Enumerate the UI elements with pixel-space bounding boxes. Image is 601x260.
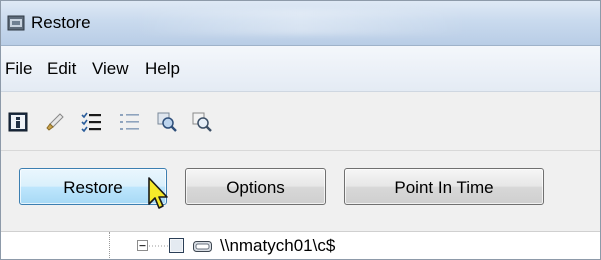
collapse-icon[interactable] <box>137 240 148 251</box>
search-zoom-icon[interactable] <box>156 111 178 133</box>
mouse-cursor-icon <box>148 177 168 209</box>
menu-edit[interactable]: Edit <box>47 59 76 79</box>
checklist-icon[interactable] <box>80 111 102 133</box>
options-button[interactable]: Options <box>185 168 326 205</box>
point-in-time-button[interactable]: Point In Time <box>344 168 544 205</box>
info-icon[interactable] <box>7 111 29 133</box>
window-title: Restore <box>31 13 91 32</box>
list-icon[interactable] <box>118 111 140 133</box>
item-checkbox[interactable] <box>169 238 184 253</box>
title-bar-background <box>131 9 471 35</box>
tree-connector-dots <box>149 245 169 247</box>
restore-window: Restore File Edit View Help Restore Opti… <box>0 0 601 260</box>
action-bar: Restore Options Point In Time <box>1 151 600 231</box>
restore-app-icon <box>7 15 25 31</box>
menu-bar: File Edit View Help <box>1 46 600 92</box>
network-drive-icon <box>193 241 212 252</box>
title-bar: Restore <box>1 1 600 46</box>
tree-view: \\nmatych01\c$ <box>1 231 600 259</box>
clear-brush-icon[interactable] <box>44 111 66 133</box>
find-icon[interactable] <box>191 111 213 133</box>
menu-view[interactable]: View <box>92 59 129 79</box>
tree-item-label: \\nmatych01\c$ <box>220 236 336 255</box>
restore-button[interactable]: Restore <box>19 168 167 205</box>
menu-help[interactable]: Help <box>145 59 180 79</box>
tree-connector-line <box>109 232 110 259</box>
menu-file[interactable]: File <box>5 59 32 79</box>
toolbar <box>1 92 600 151</box>
